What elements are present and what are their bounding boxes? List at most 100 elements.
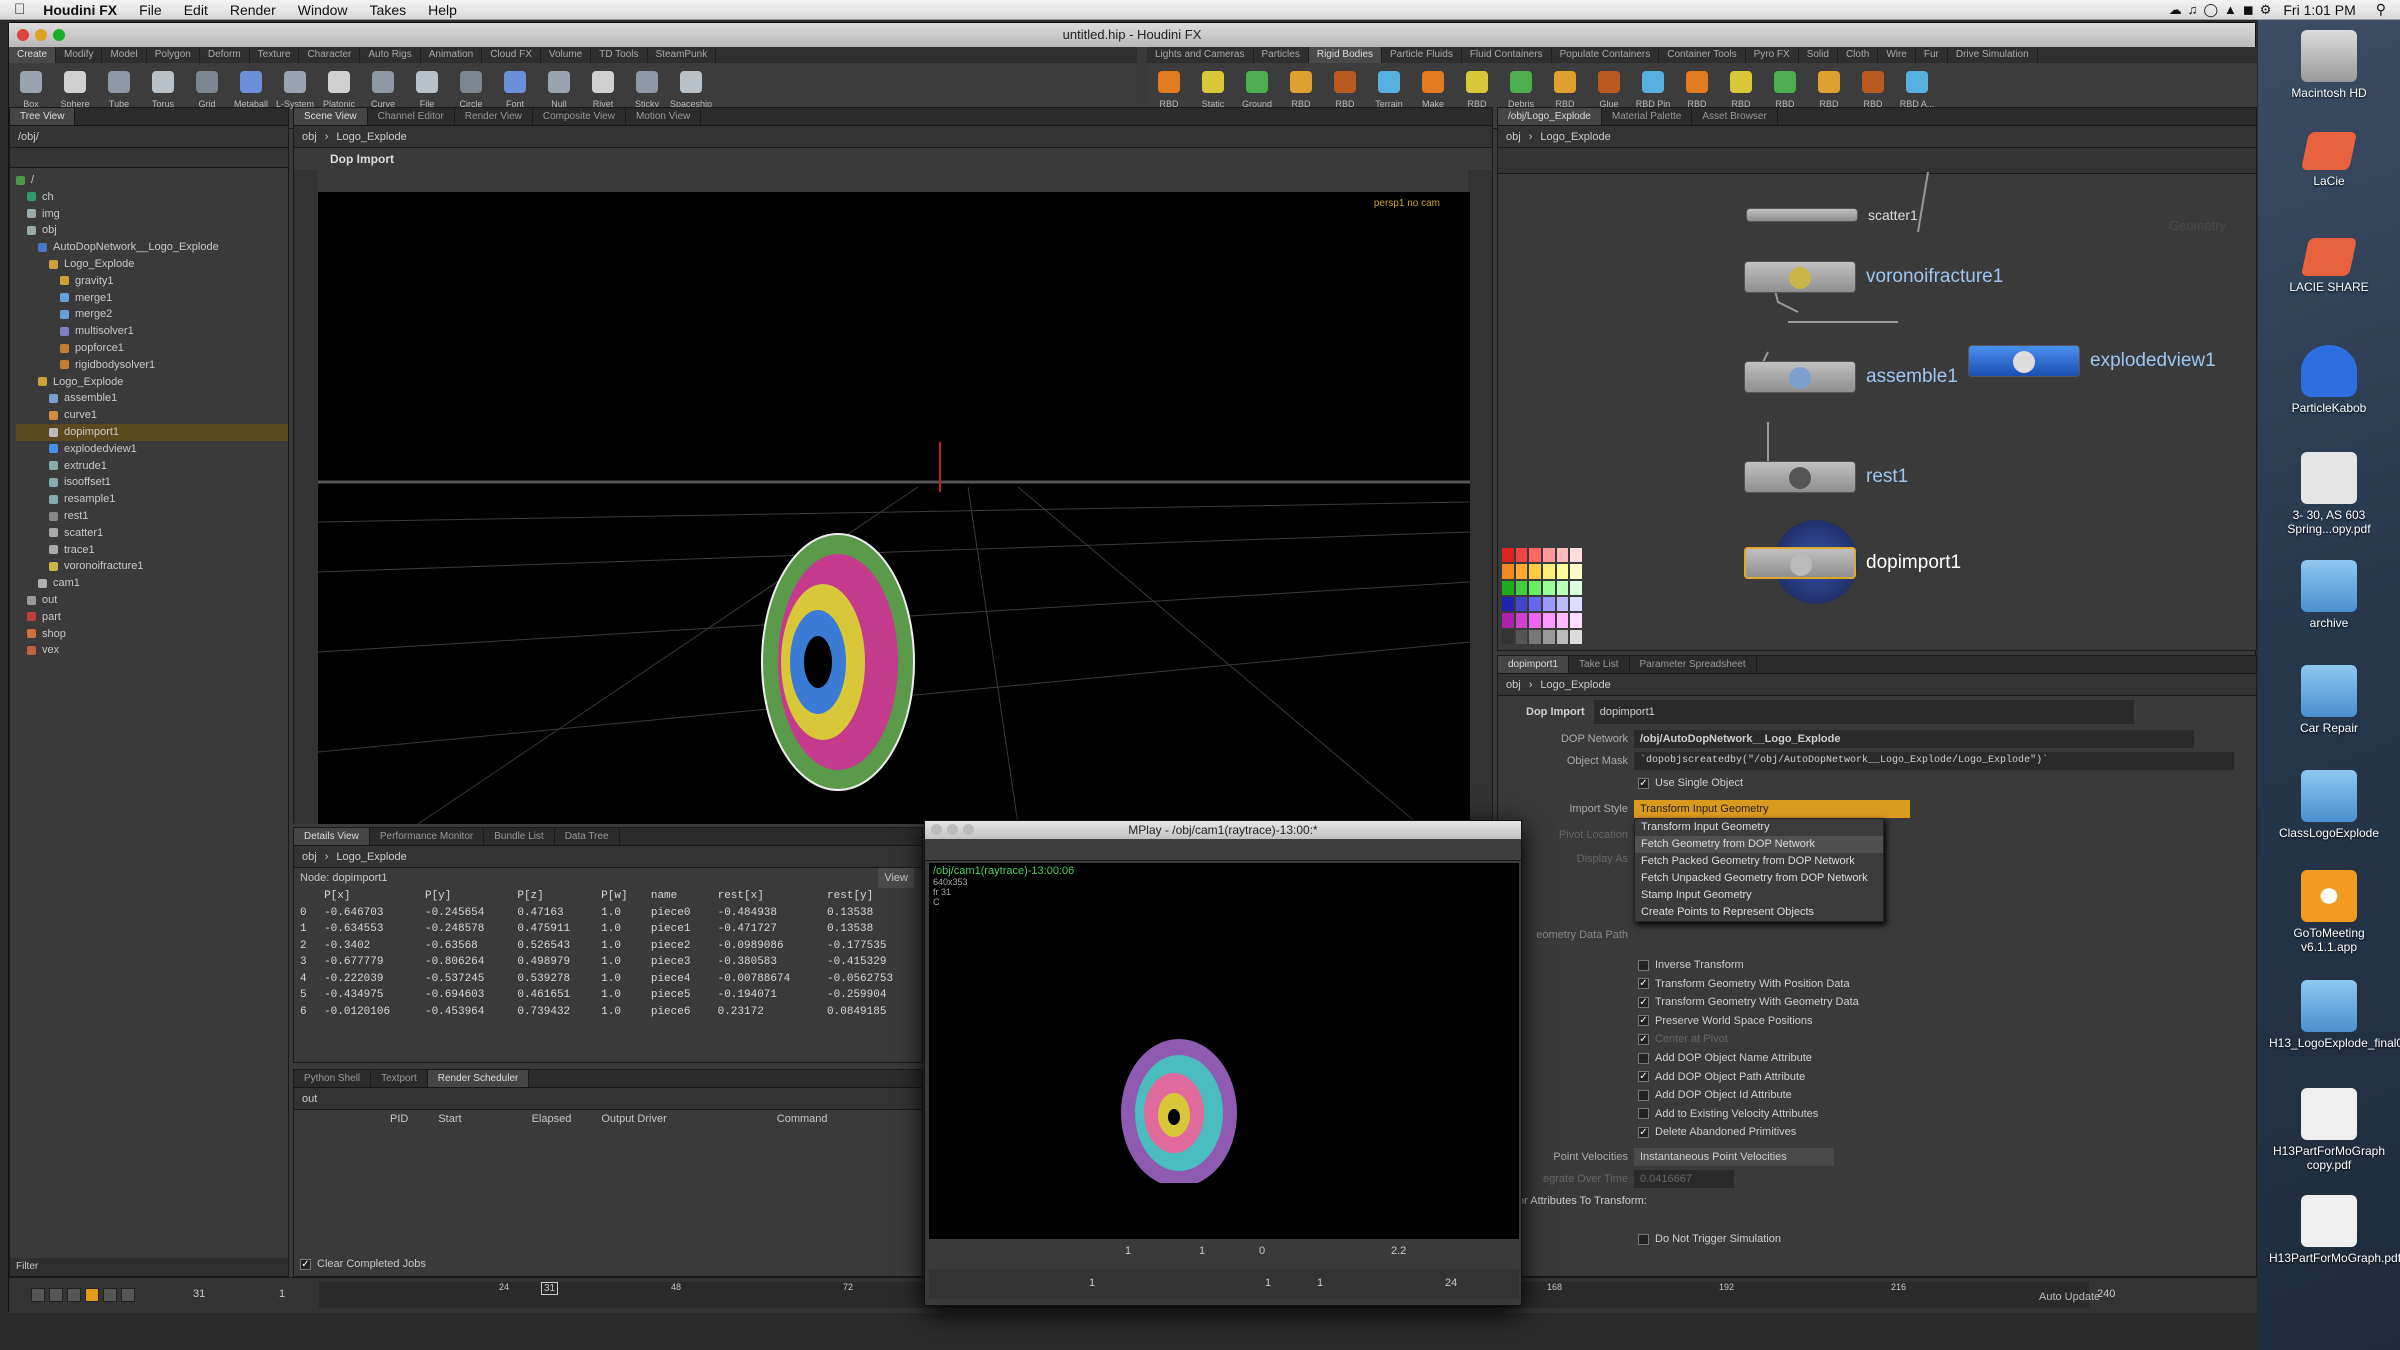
palette-swatch[interactable]	[1529, 629, 1541, 644]
shelf-tab[interactable]: Cloth	[1838, 47, 1879, 63]
close-button[interactable]	[17, 29, 29, 41]
tab-render-view[interactable]: Render View	[455, 108, 533, 125]
shelf-tab[interactable]: Fluid Containers	[1462, 47, 1552, 63]
tree-item[interactable]: cam1	[16, 575, 288, 592]
menu-option[interactable]: Fetch Geometry from DOP Network	[1635, 836, 1883, 853]
menu-file[interactable]: File	[139, 2, 162, 18]
shelf-tab[interactable]: Particles	[1254, 47, 1309, 63]
step-back-button[interactable]	[49, 1288, 63, 1302]
end2-field[interactable]: 1	[1317, 1277, 1323, 1289]
shelf-tab[interactable]: Deform	[200, 47, 250, 63]
palette-swatch[interactable]	[1529, 564, 1541, 579]
menu-window[interactable]: Window	[298, 2, 348, 18]
column-header[interactable]: name	[645, 888, 712, 905]
tree-item[interactable]: vex	[16, 642, 288, 659]
color-palette[interactable]	[1502, 548, 1582, 644]
palette-swatch[interactable]	[1515, 580, 1528, 595]
tree-item[interactable]: scatter1	[16, 525, 288, 542]
node-scatter1[interactable]: scatter1	[1746, 196, 1918, 234]
right-toolbar[interactable]	[1468, 170, 1492, 824]
tab-python-shell[interactable]: Python Shell	[294, 1070, 372, 1087]
mplay-minimize-button[interactable]	[947, 824, 958, 835]
desktop-icon[interactable]: LaCie	[2269, 132, 2389, 188]
palette-swatch[interactable]	[1515, 596, 1528, 612]
shelf-tab[interactable]: Model	[102, 47, 147, 63]
last-field[interactable]: 24	[1445, 1277, 1457, 1289]
shelf-tab[interactable]: Cloud FX	[482, 47, 541, 63]
gamma-field[interactable]: 2.2	[1391, 1245, 1406, 1257]
tree-item[interactable]: rigidbodysolver1	[16, 357, 288, 374]
import-style-dropdown[interactable]: Transform Input Geometry	[1634, 800, 1910, 818]
tree-item[interactable]: obj	[16, 222, 288, 239]
mplay-close-button[interactable]	[931, 824, 942, 835]
mplay-image[interactable]: /obj/cam1(raytrace)-13:00:06 640x353 fr …	[929, 863, 1519, 1239]
palette-swatch[interactable]	[1543, 548, 1555, 563]
column-header[interactable]	[294, 888, 318, 905]
desktop-icon[interactable]: H13PartForMoGraph copy.pdf	[2269, 1088, 2389, 1172]
parm-checkbox[interactable]: ✓ Center at Pivot	[1638, 1030, 1728, 1048]
column-header[interactable]: rest[x]	[712, 888, 821, 905]
node-rest1[interactable]: rest1	[1744, 458, 1908, 496]
tab-channel-editor[interactable]: Channel Editor	[368, 108, 455, 125]
palette-swatch[interactable]	[1515, 629, 1528, 644]
menu-option[interactable]: Create Points to Represent Objects	[1635, 904, 1883, 921]
table-row[interactable]: 3 -0.677779 -0.806264 0.498979 1.0 piece3 -0.3…	[294, 954, 922, 971]
node-assemble1[interactable]: assemble1	[1744, 358, 1958, 396]
shelf-tab[interactable]: Animation	[421, 47, 483, 63]
integrate-field[interactable]: 0.0416667	[1634, 1170, 1734, 1188]
end1-field[interactable]: 1	[1265, 1277, 1271, 1289]
shelf-tab[interactable]: Rigid Bodies	[1308, 47, 1383, 63]
shelf-tab[interactable]: TD Tools	[591, 47, 648, 63]
tab-network[interactable]: /obj/Logo_Explode	[1498, 108, 1602, 125]
shelf-tab[interactable]: Particle Fluids	[1382, 47, 1462, 63]
tab-performance-monitor[interactable]: Performance Monitor	[370, 828, 485, 845]
desktop-icon[interactable]: ParticleKabob	[2269, 345, 2389, 415]
use-single-object-checkbox[interactable]: ✓ Use Single Object	[1638, 774, 1743, 792]
tree-item[interactable]: trace1	[16, 542, 288, 559]
desktop-icon[interactable]: ClassLogoExplode	[2269, 770, 2389, 840]
zoom-button[interactable]	[53, 29, 65, 41]
tree-item[interactable]: resample1	[16, 491, 288, 508]
tab-asset-browser[interactable]: Asset Browser	[1692, 108, 1778, 125]
object-mask-field[interactable]: `dopobjscreatedby("/obj/AutoDopNetwork__…	[1634, 752, 2234, 770]
status-icons[interactable]: ☁♫◯▲◼⚙	[2169, 2, 2278, 18]
node-voronoifracture1[interactable]: voronoifracture1	[1744, 258, 2003, 296]
table-row[interactable]: 4 -0.222039 -0.537245 0.539278 1.0 piece4 -0.0…	[294, 971, 922, 988]
shelf-tab[interactable]: SteamPunk	[648, 47, 717, 63]
tree-item[interactable]: merge1	[16, 290, 288, 307]
palette-swatch[interactable]	[1529, 548, 1541, 563]
parm-checkbox[interactable]: ✓ Delete Abandoned Primitives	[1638, 1123, 1796, 1141]
shelf-tab[interactable]: Solid	[1799, 47, 1838, 63]
tree-item[interactable]: /	[16, 172, 288, 189]
node-name-field[interactable]: dopimport1	[1593, 700, 2134, 724]
tree-item[interactable]: isooffset1	[16, 474, 288, 491]
palette-swatch[interactable]	[1556, 613, 1569, 628]
tab-bundle-list[interactable]: Bundle List	[484, 828, 555, 845]
desktop-icon[interactable]: archive	[2269, 560, 2389, 630]
menu-render[interactable]: Render	[230, 2, 276, 18]
tree-item[interactable]: curve1	[16, 407, 288, 424]
tree-item[interactable]: Logo_Explode	[16, 374, 288, 391]
tree-item[interactable]: gravity1	[16, 273, 288, 290]
frame-field[interactable]: 1	[1125, 1245, 1131, 1257]
desktop-icon[interactable]: 3- 30, AS 603 Spring...opy.pdf	[2269, 452, 2389, 536]
viewport[interactable]: persp1 no cam	[318, 192, 1470, 824]
view-button[interactable]: View	[878, 868, 914, 888]
clock[interactable]: Fri 1:01 PM	[2283, 2, 2355, 18]
tab-tree-view[interactable]: Tree View	[10, 108, 76, 125]
parm-checkbox[interactable]: Inverse Transform	[1638, 956, 1744, 974]
play-reverse-button[interactable]	[67, 1288, 81, 1302]
palette-swatch[interactable]	[1570, 629, 1582, 644]
palette-swatch[interactable]	[1502, 580, 1514, 595]
palette-swatch[interactable]	[1556, 564, 1569, 579]
path-obj[interactable]: obj	[302, 131, 317, 143]
path-logo[interactable]: Logo_Explode	[336, 131, 406, 143]
menu-option[interactable]: Fetch Unpacked Geometry from DOP Network	[1635, 870, 1883, 887]
palette-swatch[interactable]	[1515, 564, 1528, 579]
tab-textport[interactable]: Textport	[371, 1070, 428, 1087]
column-header[interactable]: P[y]	[419, 888, 511, 905]
shelf-tab[interactable]: Populate Containers	[1552, 47, 1660, 63]
stop-button[interactable]	[85, 1288, 99, 1302]
parm-checkbox[interactable]: ✓ Transform Geometry With Position Data	[1638, 975, 1850, 993]
table-row[interactable]: 6 -0.0120106 -0.453964 0.739432 1.0 piece6 0.2…	[294, 1004, 922, 1021]
